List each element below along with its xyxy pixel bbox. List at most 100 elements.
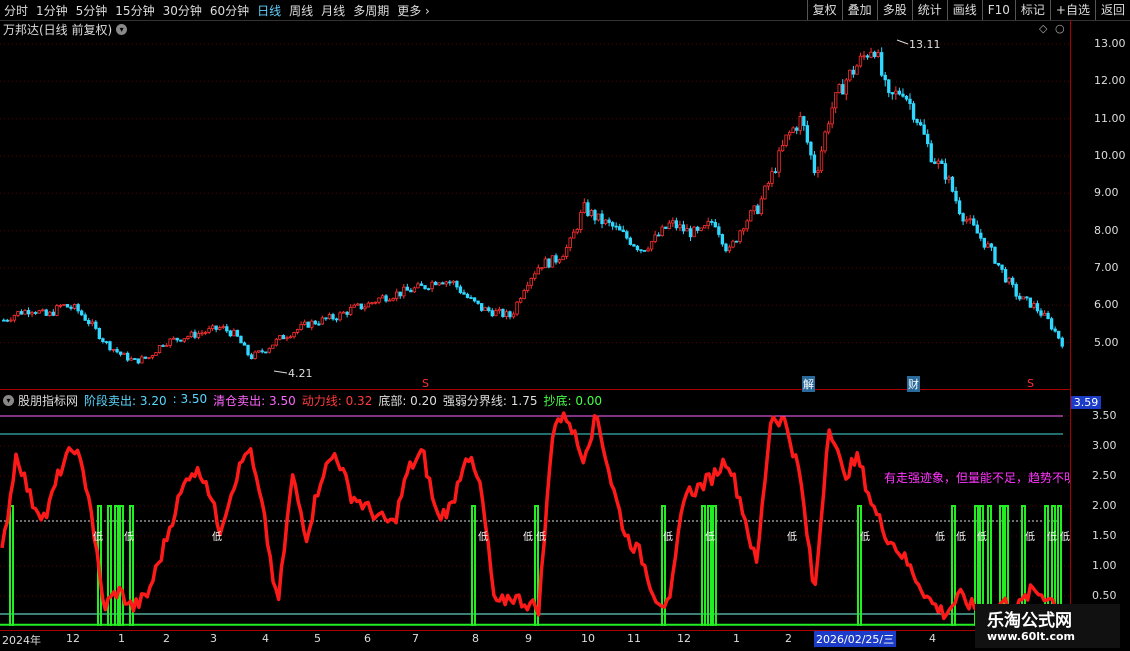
candle-body <box>111 348 116 351</box>
low-marker: 低 <box>523 532 533 543</box>
candle-body <box>1025 296 1029 299</box>
candle-body <box>494 310 498 317</box>
candle-body <box>196 333 201 338</box>
candle-body <box>872 51 877 57</box>
indicator-item: 底部: 0.20 <box>378 393 437 408</box>
candle-body <box>476 300 480 304</box>
candle-body <box>766 182 771 187</box>
watermark-url: www.60lt.com <box>987 630 1076 643</box>
bottom-buy-pulse <box>471 505 476 626</box>
time-label: 7 <box>412 632 419 645</box>
candle-body <box>883 74 887 81</box>
period-tab[interactable]: 多周期 <box>349 2 393 19</box>
period-tab[interactable]: 5分钟 <box>72 2 112 19</box>
tool-button[interactable]: 统计 <box>911 0 947 20</box>
candle-body <box>749 210 753 222</box>
candle-body <box>437 282 441 286</box>
candle-body <box>511 313 516 318</box>
candle-body <box>76 304 80 312</box>
candle-body <box>207 328 211 333</box>
candle-body <box>887 79 891 93</box>
candle-body <box>688 228 693 238</box>
candle-body <box>699 227 703 231</box>
tool-button[interactable]: 多股 <box>876 0 912 20</box>
period-tab[interactable]: 周线 <box>285 2 317 19</box>
candle-body <box>295 329 300 333</box>
candle-body <box>646 248 650 252</box>
time-label: 3 <box>210 632 217 645</box>
candle-body <box>444 281 448 285</box>
price-tick: 8.00 <box>1094 223 1119 237</box>
candle-body <box>996 262 1001 266</box>
candle-body <box>802 116 806 126</box>
candle-body <box>628 237 633 245</box>
tool-button[interactable]: 复权 <box>806 0 842 20</box>
candle-body <box>600 213 604 225</box>
candle-body <box>603 219 608 225</box>
chart-canvas[interactable] <box>0 0 1130 650</box>
candle-body <box>685 228 689 232</box>
period-tab[interactable]: 30分钟 <box>159 2 206 19</box>
candle-body <box>518 298 523 303</box>
candle-body <box>504 311 509 318</box>
candle-body <box>278 335 282 340</box>
candle-body <box>533 273 537 279</box>
candle-body <box>19 311 24 315</box>
candle-body <box>472 297 477 302</box>
diamond-icon[interactable]: ◇ <box>1039 22 1047 35</box>
candle-body <box>5 319 9 322</box>
toolbar: 分时 1分钟 5分钟 15分钟 30分钟 60分钟 日线 周线 月线 多周期 更多 › 复权 叠加 多股… <box>0 0 1130 21</box>
period-tab[interactable]: 日线 <box>253 2 285 19</box>
tool-button[interactable]: +自选 <box>1049 0 1095 20</box>
candle-body <box>756 205 760 215</box>
candle-body <box>419 283 424 286</box>
period-tab[interactable]: 15分钟 <box>111 2 158 19</box>
candle-body <box>37 310 41 314</box>
candle-body <box>55 305 59 316</box>
indicator-item: 清仓卖出: 3.50 <box>213 393 296 408</box>
candle-body <box>51 311 56 316</box>
candle-body <box>430 281 434 290</box>
indicator-legend: ▾ 股朋指标网 阶段卖出: 3.20: 3.50 清仓卖出: 3.50 动力线: 0… <box>0 392 614 408</box>
candle-body <box>327 314 332 320</box>
candle-body <box>724 243 728 252</box>
tool-button[interactable]: 叠加 <box>841 0 877 20</box>
candle-body <box>1007 277 1011 283</box>
candle-body <box>218 327 222 330</box>
candle-body <box>1049 318 1054 330</box>
candle-body <box>23 310 27 315</box>
candle-body <box>865 55 870 58</box>
tool-button[interactable]: 标记 <box>1014 0 1050 20</box>
candle-body <box>44 309 48 316</box>
candle-body <box>324 317 328 320</box>
candle-body <box>164 344 169 347</box>
candle-body <box>543 258 548 269</box>
chevron-down-icon[interactable]: ▾ <box>116 23 128 35</box>
candle-body <box>359 303 363 310</box>
period-tab[interactable]: 更多 › <box>393 2 434 19</box>
tool-button[interactable]: 画线 <box>946 0 982 20</box>
candle-body <box>366 302 371 308</box>
price-tick: 9.00 <box>1094 186 1119 200</box>
candle-body <box>157 345 162 354</box>
candle-body <box>458 286 463 293</box>
time-label: 10 <box>581 632 595 645</box>
tool-button[interactable]: 返回 <box>1094 0 1130 20</box>
candle-body <box>455 280 459 288</box>
candle-body <box>65 304 70 308</box>
candle-body <box>172 337 176 340</box>
candle-body <box>848 69 852 81</box>
price-tick: 6.00 <box>1094 298 1119 312</box>
period-tab[interactable]: 1分钟 <box>32 2 72 19</box>
candle-body <box>487 307 491 312</box>
candle-body <box>1039 310 1043 316</box>
period-tab[interactable]: 分时 <box>0 2 32 19</box>
circle-icon[interactable]: ○ <box>1055 22 1065 35</box>
candle-body <box>968 218 972 221</box>
period-tab[interactable]: 月线 <box>317 2 349 19</box>
candle-body <box>193 331 197 338</box>
tool-button[interactable]: F10 <box>981 0 1015 20</box>
period-tab[interactable]: 60分钟 <box>206 2 253 19</box>
right-side-strip[interactable] <box>1118 20 1130 630</box>
chevron-down-icon[interactable]: ▾ <box>3 394 14 406</box>
